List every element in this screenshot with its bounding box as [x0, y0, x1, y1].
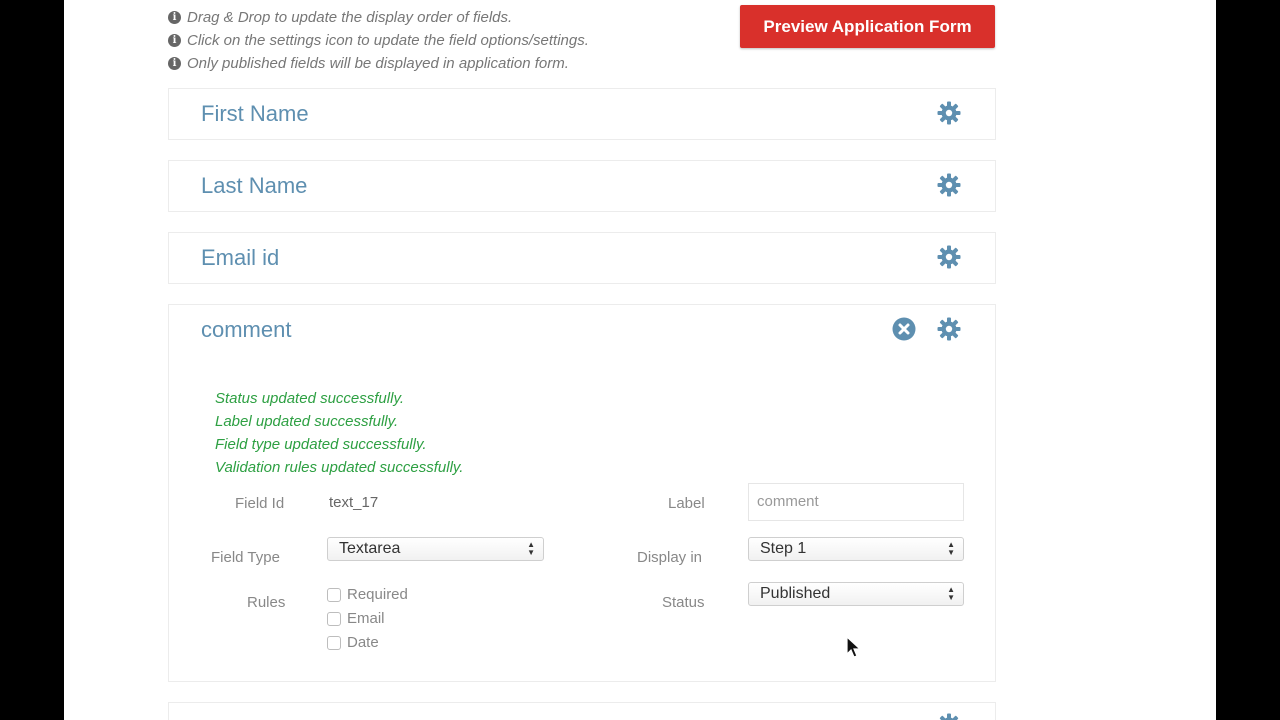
status-select[interactable]: Published ▲ ▼: [748, 582, 964, 606]
rule-label: Required: [347, 586, 408, 603]
mouse-cursor-icon: [846, 636, 862, 658]
instruction-line: i Drag & Drop to update the display orde…: [168, 6, 589, 29]
display-in-selected: Step 1: [760, 540, 807, 557]
field-type-select[interactable]: Textarea ▲ ▼: [327, 537, 544, 561]
field-id-label: Field Id: [235, 495, 285, 512]
rules-label: Rules: [247, 594, 286, 611]
preview-application-form-button[interactable]: Preview Application Form: [740, 5, 995, 48]
instruction-text: Only published fields will be displayed …: [187, 55, 569, 72]
display-in-label: Display in: [637, 549, 703, 566]
field-title: Last Name: [201, 173, 308, 198]
instruction-line: i Click on the settings icon to update t…: [168, 29, 589, 52]
gear-icon[interactable]: [937, 245, 961, 269]
field-type-selected: Textarea: [339, 540, 401, 557]
field-type-label: Field Type: [211, 549, 280, 566]
field-header[interactable]: First Name: [169, 89, 995, 139]
gear-icon[interactable]: [937, 317, 961, 341]
label-input-placeholder: comment: [757, 493, 819, 510]
instruction-text: Drag & Drop to update the display order …: [187, 9, 513, 26]
status-label: Status: [662, 594, 705, 611]
checkbox[interactable]: [327, 611, 341, 626]
select-arrows-icon: ▲ ▼: [527, 540, 535, 557]
success-message: Label updated successfully.: [215, 413, 399, 430]
field-panel-first-name[interactable]: First Name: [168, 88, 996, 140]
info-icon: i: [168, 11, 181, 24]
rule-label: Date: [347, 634, 379, 651]
select-arrows-icon: ▲ ▼: [947, 540, 955, 557]
instructions: i Drag & Drop to update the display orde…: [168, 6, 589, 75]
status-selected: Published: [760, 585, 831, 602]
field-title: comment: [201, 317, 292, 342]
checkbox[interactable]: [327, 587, 341, 602]
field-panel-last-name[interactable]: Last Name: [168, 160, 996, 212]
rule-email[interactable]: Email: [327, 610, 385, 627]
instruction-line: i Only published fields will be displaye…: [168, 52, 589, 75]
success-message: Field type updated successfully.: [215, 436, 427, 453]
info-icon: i: [168, 34, 181, 47]
gear-icon[interactable]: [937, 713, 961, 720]
rule-label: Email: [347, 610, 385, 627]
rule-required[interactable]: Required: [327, 586, 408, 603]
checkbox[interactable]: [327, 635, 341, 650]
select-arrows-icon: ▲ ▼: [947, 585, 955, 602]
form-builder-page: i Drag & Drop to update the display orde…: [64, 0, 1216, 720]
info-icon: i: [168, 57, 181, 70]
label-input[interactable]: comment: [748, 483, 964, 521]
field-panel-comment[interactable]: comment Status updated successfully. Lab…: [168, 304, 996, 682]
field-title: Email id: [201, 245, 280, 270]
field-title: First Name: [201, 101, 309, 126]
gear-icon[interactable]: [937, 173, 961, 197]
instruction-text: Click on the settings icon to update the…: [187, 32, 589, 49]
field-settings-body: Status updated successfully. Label updat…: [169, 355, 995, 681]
field-header[interactable]: comment: [169, 305, 995, 355]
field-header[interactable]: Last Name: [169, 161, 995, 211]
success-message: Status updated successfully.: [215, 390, 404, 407]
gear-icon[interactable]: [937, 101, 961, 125]
close-circle-icon[interactable]: [892, 317, 916, 341]
display-in-select[interactable]: Step 1 ▲ ▼: [748, 537, 964, 561]
success-messages: Status updated successfully. Label updat…: [215, 387, 463, 479]
rule-date[interactable]: Date: [327, 634, 379, 651]
field-panel-next[interactable]: [168, 702, 996, 720]
success-message: Validation rules updated successfully.: [215, 459, 464, 476]
field-panel-email-id[interactable]: Email id: [168, 232, 996, 284]
field-header[interactable]: Email id: [169, 233, 995, 283]
field-id-value: text_17: [329, 494, 379, 511]
label-label: Label: [668, 495, 705, 512]
